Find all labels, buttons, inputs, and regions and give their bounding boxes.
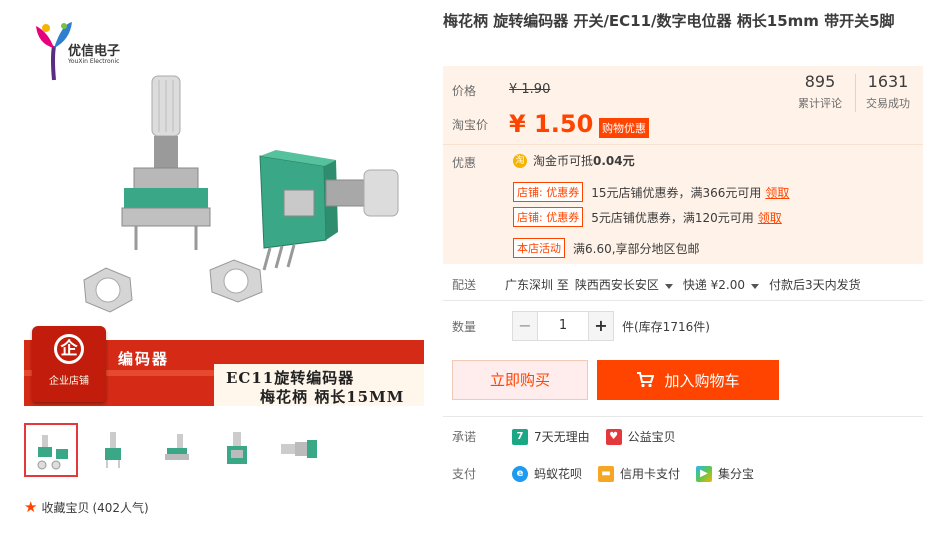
thumbnail-1[interactable] [24, 423, 78, 477]
shipping-method-select[interactable]: 快递 ¥2.00 [683, 276, 769, 293]
shipping-method: 快递 ¥2.00 [682, 277, 746, 292]
add-to-cart-label: 加入购物车 [664, 371, 740, 390]
product-title: 梅花柄 旋转编码器 开关/EC11/数字电位器 柄长15mm 带开关5脚 [443, 12, 895, 30]
review-count-label: 累计评论 [798, 97, 842, 110]
encoder-product-photo [83, 75, 399, 313]
thumbnail-3[interactable] [148, 423, 202, 477]
claim-coupon-1-link[interactable]: 领取 [765, 184, 789, 201]
jifenbao-icon: ▶ [696, 465, 713, 482]
thumbnail-4[interactable] [210, 423, 264, 477]
original-price: ¥ 1.90 [509, 82, 551, 97]
coin-icon: 淘 [513, 153, 527, 168]
promise-seven-day-text: 7天无理由 [534, 430, 590, 444]
divider [443, 416, 923, 417]
banner-title: 编码器 [118, 350, 170, 368]
stock-info: 件(库存1716件) [622, 319, 710, 334]
payment-jifenbao-text: 集分宝 [718, 467, 755, 481]
main-product-image[interactable]: 优信电子 YouXin Electronic 企 企业店铺 编码器 EC11旋转… [24, 10, 424, 410]
current-price: ¥ 1.50 [509, 110, 594, 138]
buy-now-button[interactable]: 立即购买 [452, 360, 588, 400]
quantity-decrement-button[interactable]: − [512, 311, 538, 341]
shipping-row: 配送 广东深圳 至 陕西西安长安区 快递 ¥2.00 付款后3天内发货 [443, 274, 923, 294]
seven-day-return-icon: 7 [512, 428, 528, 445]
quantity-row: 数量 − 1 + 件(库存1716件) [443, 311, 710, 341]
banner-subtitle-2: 梅花柄 柄长15MM [260, 388, 405, 406]
review-count: 895 [804, 72, 836, 91]
store-activity-row: 本店活动 满6.60,享部分地区包邮 [513, 238, 700, 258]
favorite-count: (402人气) [92, 500, 149, 515]
review-count-stat[interactable]: 895 累计评论 [785, 72, 855, 111]
brand-name: 优信电子 [68, 44, 121, 59]
charity-heart-icon: ♥ [605, 428, 622, 445]
coupon-row-1: 店铺: 优惠券 15元店铺优惠券，满366元可用 领取 [513, 182, 789, 202]
divider [443, 300, 923, 301]
star-icon: ★ [24, 498, 38, 516]
promo-label: 优惠 [452, 156, 477, 170]
promise-seven-day[interactable]: 7 7天无理由 [512, 428, 590, 445]
ship-to-select[interactable]: 陕西西安长安区 [575, 276, 683, 293]
badge-label: 企业店铺 [49, 376, 89, 387]
ship-note: 付款后3天内发货 [769, 277, 861, 292]
payment-credit-card-text: 信用卡支付 [620, 467, 681, 481]
promise-row: 承诺 7 7天无理由 ♥ 公益宝贝 [443, 428, 692, 445]
coupon-row-2: 店铺: 优惠券 5元店铺优惠券，满120元可用 领取 [513, 207, 782, 227]
store-activity-tag: 本店活动 [513, 238, 565, 258]
store-activity-text: 满6.60,享部分地区包邮 [573, 241, 700, 256]
payment-credit-card[interactable]: ▬ 信用卡支付 [598, 465, 680, 482]
claim-coupon-2-link[interactable]: 领取 [758, 209, 782, 226]
promise-charity-text: 公益宝贝 [627, 430, 676, 444]
shipping-label: 配送 [452, 277, 477, 292]
taobao-price-label: 淘宝价 [452, 118, 489, 132]
coin-amount: 0.04元 [593, 154, 635, 168]
favorite-item[interactable]: ★ 收藏宝贝 (402人气) [24, 498, 149, 516]
quantity-input[interactable]: 1 [538, 311, 588, 341]
thumbnail-strip [24, 423, 326, 477]
promise-charity[interactable]: ♥ 公益宝贝 [605, 428, 676, 445]
coupon-tag-1: 店铺: 优惠券 [513, 182, 584, 202]
shopping-discount-tag[interactable]: 购物优惠 [599, 118, 649, 138]
promo-banner: 企 企业店铺 编码器 EC11旋转编码器 梅花柄 柄长15MM [24, 326, 424, 410]
payment-jifenbao[interactable]: ▶ 集分宝 [696, 465, 754, 482]
chevron-down-icon [664, 283, 673, 289]
enterprise-logo-icon: 企 [54, 334, 84, 364]
ship-from: 广东深圳 至 [505, 277, 569, 292]
quantity-increment-button[interactable]: + [588, 311, 614, 341]
enterprise-store-badge: 企 企业店铺 [32, 326, 106, 402]
chevron-down-icon [751, 283, 760, 289]
coupon-text-1: 15元店铺优惠券，满366元可用 [591, 185, 762, 200]
coin-text: 淘金币可抵 [533, 154, 594, 168]
sales-count-label: 交易成功 [866, 97, 910, 110]
payment-huabei[interactable]: e 蚂蚁花呗 [512, 465, 582, 482]
ship-to: 陕西西安长安区 [574, 277, 659, 292]
coupon-tag-2: 店铺: 优惠券 [513, 207, 584, 227]
payment-label: 支付 [452, 467, 477, 481]
sales-count-stat[interactable]: 1631 交易成功 [853, 72, 923, 111]
favorite-label: 收藏宝贝 [41, 500, 90, 515]
thumbnail-2[interactable] [86, 423, 140, 477]
promise-label: 承诺 [452, 430, 477, 444]
payment-huabei-text: 蚂蚁花呗 [534, 467, 583, 481]
cart-icon [637, 372, 655, 388]
huabei-icon: e [512, 465, 528, 482]
add-to-cart-button[interactable]: 加入购物车 [597, 360, 779, 400]
brand-subtitle: YouXin Electronic [68, 58, 120, 65]
price-label: 价格 [452, 84, 477, 98]
sales-count: 1631 [867, 72, 909, 91]
quantity-label: 数量 [452, 319, 477, 334]
coin-promo: 淘 淘金币可抵 0.04元 [513, 152, 635, 169]
thumbnail-5[interactable] [272, 423, 326, 477]
coupon-text-2: 5元店铺优惠券，满120元可用 [591, 210, 754, 225]
credit-card-icon: ▬ [598, 465, 615, 482]
payment-row: 支付 e 蚂蚁花呗 ▬ 信用卡支付 ▶ 集分宝 [443, 465, 770, 482]
price-panel: 价格 ¥ 1.90 淘宝价 ¥ 1.50 购物优惠 895 累计评论 1631 … [443, 66, 923, 264]
banner-subtitle: EC11旋转编码器 [226, 369, 355, 387]
